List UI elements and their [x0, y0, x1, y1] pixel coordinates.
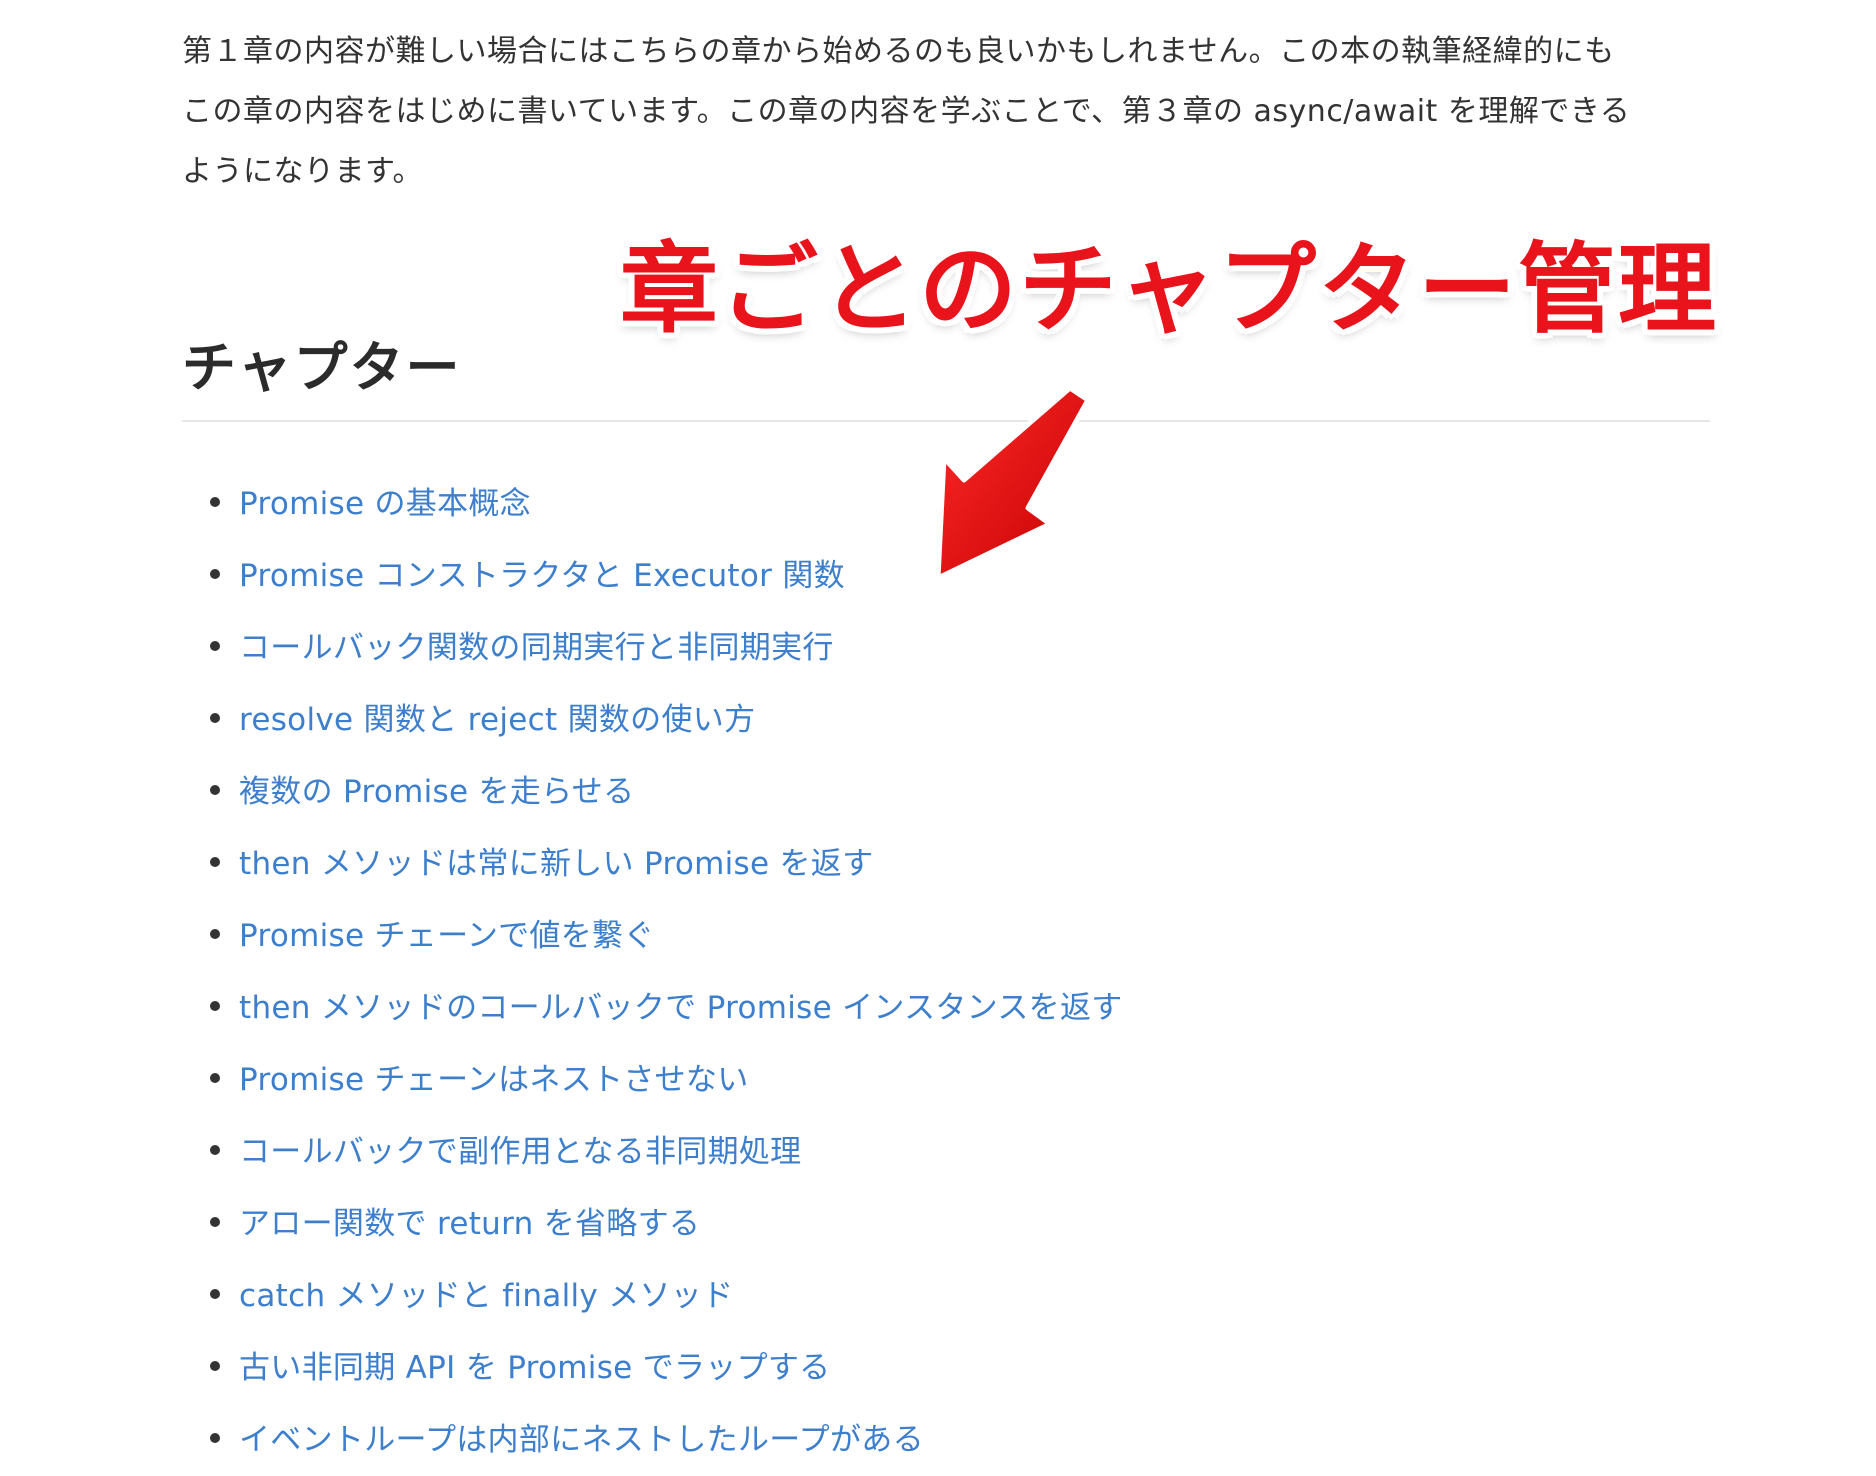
list-item: イベントループは内部にネストしたループがある — [182, 1400, 1482, 1472]
arrow-down-left-icon — [935, 385, 1091, 581]
list-item: then メソッドのコールバックで Promise インスタンスを返す — [182, 968, 1482, 1040]
bullet-icon — [210, 1289, 220, 1299]
list-item: アロー関数で return を省略する — [182, 1184, 1482, 1256]
annotation-callout: 章ごとのチャプター管理 — [620, 233, 1719, 347]
intro-line-1: 第１章の内容が難しい場合にはこちらの章から始めるのも良いかもしれません。この本の… — [182, 34, 1615, 69]
chapter-link[interactable]: コールバックで副作用となる非同期処理 — [239, 1126, 801, 1171]
chapter-link[interactable]: コールバック関数の同期実行と非同期実行 — [239, 622, 834, 667]
bullet-icon — [210, 1145, 220, 1155]
list-item: Promise の基本概念 — [182, 464, 1482, 536]
bullet-icon — [210, 857, 220, 867]
bullet-icon — [210, 1073, 220, 1083]
chapter-link[interactable]: catch メソッドと finally メソッド — [239, 1270, 733, 1315]
list-item: コールバック関数の同期実行と非同期実行 — [182, 608, 1482, 680]
intro-line-3: ようになります。 — [182, 154, 423, 189]
chapter-link[interactable]: Promise コンストラクタと Executor 関数 — [239, 550, 845, 595]
list-item: resolve 関数と reject 関数の使い方 — [182, 680, 1482, 752]
chapter-link[interactable]: 複数の Promise を走らせる — [239, 766, 634, 811]
bullet-icon — [210, 1361, 220, 1371]
chapter-list: Promise の基本概念 Promise コンストラクタと Executor … — [182, 464, 1482, 1472]
chapter-link[interactable]: Promise チェーンはネストさせない — [239, 1054, 749, 1099]
list-item: then メソッドは常に新しい Promise を返す — [182, 824, 1482, 896]
chapter-link[interactable]: アロー関数で return を省略する — [239, 1198, 700, 1243]
bullet-icon — [210, 569, 220, 579]
list-item: 古い非同期 API を Promise でラップする — [182, 1328, 1482, 1400]
bullet-icon — [210, 785, 220, 795]
section-heading: チャプター — [182, 336, 462, 399]
bullet-icon — [210, 1433, 220, 1443]
bullet-icon — [210, 641, 220, 651]
bullet-icon — [210, 929, 220, 939]
chapter-link[interactable]: イベントループは内部にネストしたループがある — [239, 1414, 924, 1459]
intro-line-2: この章の内容をはじめに書いています。この章の内容を学ぶことで、第３章の asyn… — [182, 94, 1631, 129]
chapter-link[interactable]: Promise チェーンで値を繋ぐ — [239, 910, 655, 955]
list-item: catch メソッドと finally メソッド — [182, 1256, 1482, 1328]
list-item: コールバックで副作用となる非同期処理 — [182, 1112, 1482, 1184]
chapter-link[interactable]: Promise の基本概念 — [239, 478, 531, 523]
chapter-link[interactable]: then メソッドのコールバックで Promise インスタンスを返す — [239, 982, 1123, 1027]
list-item: Promise コンストラクタと Executor 関数 — [182, 536, 1482, 608]
intro-paragraph: 第１章の内容が難しい場合にはこちらの章から始めるのも良いかもしれません。この本の… — [182, 22, 1712, 202]
chapter-link[interactable]: 古い非同期 API を Promise でラップする — [239, 1342, 830, 1387]
intro-section: 第１章の内容が難しい場合にはこちらの章から始めるのも良いかもしれません。この本の… — [182, 22, 1712, 202]
list-item: 複数の Promise を走らせる — [182, 752, 1482, 824]
bullet-icon — [210, 713, 220, 723]
bullet-icon — [210, 1217, 220, 1227]
bullet-icon — [210, 497, 220, 507]
chapter-link[interactable]: then メソッドは常に新しい Promise を返す — [239, 838, 873, 883]
list-item: Promise チェーンはネストさせない — [182, 1040, 1482, 1112]
list-item: Promise チェーンで値を繋ぐ — [182, 896, 1482, 968]
bullet-icon — [210, 1001, 220, 1011]
chapter-link[interactable]: resolve 関数と reject 関数の使い方 — [239, 694, 755, 739]
